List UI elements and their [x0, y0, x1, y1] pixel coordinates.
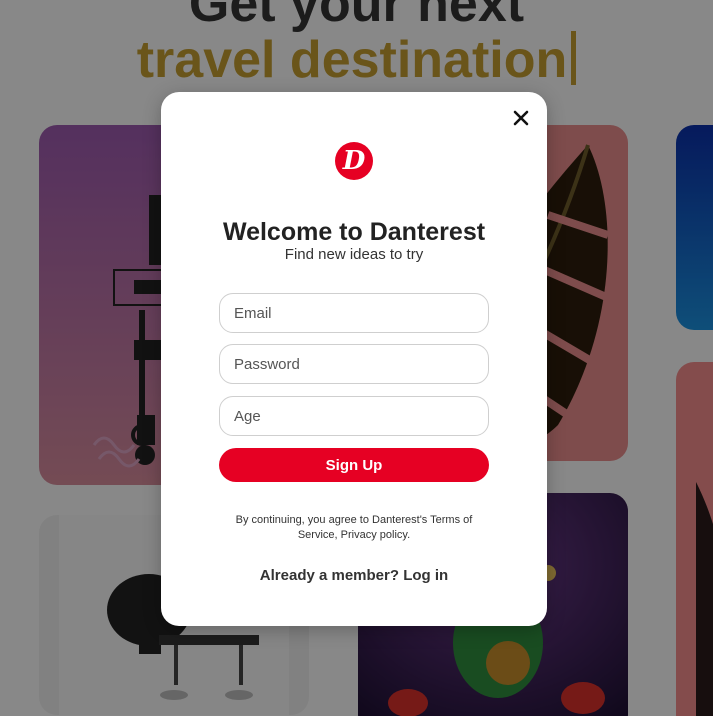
- logo-letter: D: [342, 146, 366, 176]
- terms-prefix: By continuing, you agree to Danterest's: [235, 514, 431, 526]
- login-link[interactable]: Already a member? Log in: [161, 567, 547, 584]
- hero-line-1: Get your next: [188, 0, 525, 33]
- pin-image-blue: [676, 125, 713, 330]
- close-icon: [513, 110, 529, 126]
- terms-suffix: .: [407, 529, 411, 541]
- privacy-policy-link[interactable]: Privacy policy: [341, 529, 407, 541]
- pin-card-blue[interactable]: [676, 125, 713, 330]
- pin-card-pink[interactable]: [676, 362, 713, 716]
- hero-line-2: travel destination: [0, 30, 713, 90]
- hero-heading: Get your next travel destination: [0, 0, 713, 90]
- pin-image-pink: [676, 362, 713, 716]
- typing-caret: [571, 31, 577, 85]
- modal-subtitle: Find new ideas to try: [284, 246, 424, 263]
- sign-up-button[interactable]: Sign Up: [219, 448, 489, 482]
- close-button[interactable]: [511, 108, 531, 128]
- danterest-logo: D: [335, 142, 373, 180]
- password-field[interactable]: [219, 344, 489, 384]
- hero-highlight: travel destination: [136, 31, 568, 89]
- age-field[interactable]: [219, 396, 489, 436]
- email-field[interactable]: [219, 293, 489, 333]
- modal-title: Welcome to Danterest: [222, 218, 486, 246]
- signup-modal: D Welcome to Danterest Find new ideas to…: [161, 92, 547, 626]
- terms-notice: By continuing, you agree to Danterest's …: [221, 513, 487, 543]
